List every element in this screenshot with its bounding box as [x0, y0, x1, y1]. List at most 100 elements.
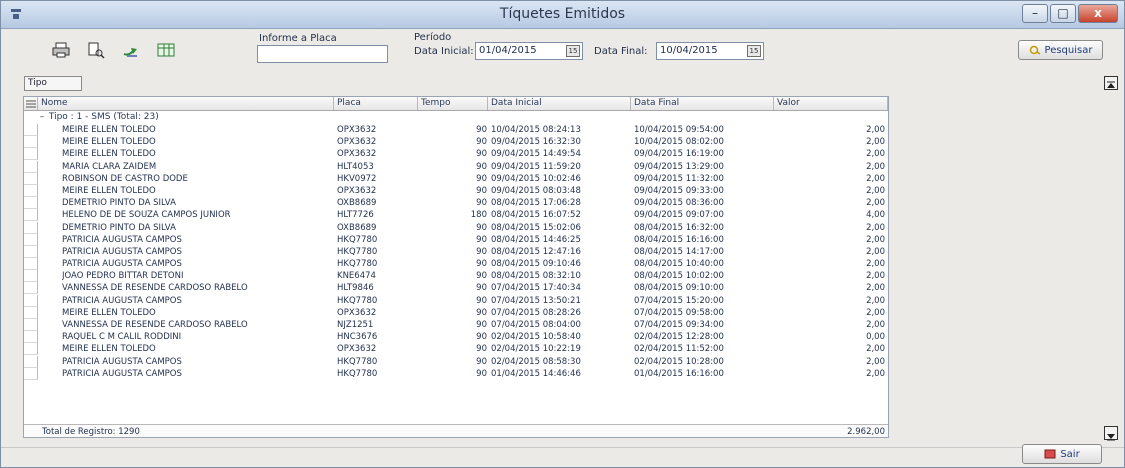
minimize-button[interactable]: – — [1022, 4, 1048, 23]
table-row[interactable]: PATRICIA AUGUSTA CAMPOS HKQ7780 90 07/04/20… — [24, 294, 888, 307]
row-selector[interactable] — [24, 209, 38, 222]
row-selector[interactable] — [24, 343, 38, 356]
cell-data-final: 02/04/2015 10:28:00 — [634, 356, 724, 367]
table-row[interactable]: MEIRE ELLEN TOLEDO OPX3632 90 10/04/2015 08… — [24, 124, 888, 136]
collapse-icon[interactable]: – — [38, 111, 46, 123]
bottom-separator — [1, 447, 1124, 448]
table-row[interactable]: DEMETRIO PINTO DA SILVA OXB8689 90 08/04/20… — [24, 221, 888, 234]
row-selector[interactable] — [24, 306, 38, 319]
calendar-icon[interactable]: 15 — [747, 45, 761, 57]
cell-nome: MEIRE ELLEN TOLEDO — [62, 137, 156, 148]
placa-input[interactable] — [257, 45, 388, 63]
row-selector[interactable] — [24, 160, 38, 173]
cell-tempo: 90 — [476, 295, 487, 306]
cell-nome: PATRICIA AUGUSTA CAMPOS — [62, 259, 182, 270]
cell-valor: 2,00 — [866, 246, 885, 257]
row-selector[interactable] — [24, 294, 38, 307]
row-selector[interactable] — [24, 136, 38, 149]
row-selector[interactable] — [24, 319, 38, 331]
column-header-data-final[interactable]: Data Final — [631, 97, 774, 110]
row-selector[interactable] — [24, 258, 38, 271]
cell-tempo: 90 — [476, 332, 487, 343]
cell-nome: PATRICIA AUGUSTA CAMPOS — [62, 295, 182, 306]
table-row[interactable]: MEIRE ELLEN TOLEDO OPX3632 90 09/04/2015 08… — [24, 184, 888, 197]
table-row[interactable]: HELENO DE DE SOUZA CAMPOS JUNIOR HLT7726 1… — [24, 209, 888, 222]
scroll-up-button[interactable] — [1104, 76, 1118, 90]
row-selector[interactable] — [24, 270, 38, 283]
cell-data-final: 08/04/2015 10:02:00 — [634, 271, 724, 282]
maximize-button[interactable]: □ — [1050, 4, 1076, 23]
cell-tempo: 90 — [476, 222, 487, 233]
table-row[interactable]: ROBINSON DE CASTRO DODE HKV0972 90 09/04/20… — [24, 172, 888, 185]
row-selector[interactable] — [24, 197, 38, 210]
column-header-placa[interactable]: Placa — [334, 97, 418, 110]
calendar-icon[interactable]: 15 — [566, 45, 580, 57]
export-icon[interactable] — [121, 40, 141, 60]
table-row[interactable]: RAQUEL C M CALIL RODDINI HNC3676 90 02/04/2… — [24, 331, 888, 344]
table-row[interactable]: MEIRE ELLEN TOLEDO OPX3632 90 09/04/2015 16… — [24, 136, 888, 149]
column-header-tempo[interactable]: Tempo — [418, 97, 488, 110]
table-row[interactable]: PATRICIA AUGUSTA CAMPOS HKQ7780 90 08/04/20… — [24, 258, 888, 271]
table-row[interactable]: PATRICIA AUGUSTA CAMPOS HKQ7780 90 01/04/20… — [24, 367, 888, 380]
cell-nome: MARIA CLARA ZAIDEM — [62, 161, 157, 172]
cell-tempo: 90 — [476, 185, 487, 196]
row-selector[interactable] — [24, 148, 38, 161]
row-selector[interactable] — [24, 367, 38, 380]
cell-data-final: 09/04/2015 11:32:00 — [634, 173, 724, 184]
row-selector[interactable] — [24, 124, 38, 136]
cell-tempo: 90 — [476, 344, 487, 355]
table-row[interactable]: MEIRE ELLEN TOLEDO OPX3632 90 07/04/2015 08… — [24, 306, 888, 319]
cell-tempo: 90 — [476, 161, 487, 172]
cell-data-inicial: 01/04/2015 14:46:46 — [491, 368, 581, 379]
column-header-data-inicial[interactable]: Data Inicial — [488, 97, 631, 110]
scroll-down-button[interactable] — [1104, 426, 1118, 441]
cell-data-inicial: 07/04/2015 08:28:26 — [491, 307, 581, 318]
printer-icon[interactable] — [51, 40, 71, 60]
tipo-group-box[interactable]: Tipo — [24, 76, 82, 91]
cell-nome: PATRICIA AUGUSTA CAMPOS — [62, 368, 182, 379]
table-row[interactable]: MEIRE ELLEN TOLEDO OPX3632 90 09/04/2015 14… — [24, 148, 888, 161]
data-inicial-field[interactable]: 01/04/2015 15 — [475, 42, 583, 60]
cell-nome: MEIRE ELLEN TOLEDO — [62, 125, 156, 135]
cell-placa: HKQ7780 — [337, 356, 378, 367]
row-selector[interactable] — [24, 282, 38, 295]
table-row[interactable]: PATRICIA AUGUSTA CAMPOS HKQ7780 90 08/04/20… — [24, 245, 888, 258]
column-header-nome[interactable]: Nome — [38, 97, 334, 110]
table-row[interactable]: DEMETRIO PINTO DA SILVA OXB8689 90 08/04/20… — [24, 197, 888, 210]
spreadsheet-icon[interactable] — [156, 40, 176, 60]
cell-nome: DEMETRIO PINTO DA SILVA — [62, 198, 176, 209]
exit-icon — [1044, 449, 1056, 459]
cell-data-inicial: 09/04/2015 16:32:30 — [491, 137, 581, 148]
row-selector[interactable] — [24, 331, 38, 344]
cell-nome: MEIRE ELLEN TOLEDO — [62, 149, 156, 160]
table-row[interactable]: VANNESSA DE RESENDE CARDOSO RABELO NJZ125… — [24, 319, 888, 331]
close-button[interactable]: x — [1078, 4, 1118, 23]
row-selector[interactable] — [24, 184, 38, 197]
table-row[interactable]: JOAO PEDRO BITTAR DETONI KNE6474 90 08/04/2… — [24, 270, 888, 283]
cell-data-final: 08/04/2015 10:40:00 — [634, 259, 724, 270]
table-row[interactable]: PATRICIA AUGUSTA CAMPOS HKQ7780 90 08/04/20… — [24, 233, 888, 246]
pesquisar-button[interactable]: Pesquisar — [1018, 40, 1103, 60]
group-row[interactable]: – Tipo : 1 - SMS (Total: 23) — [38, 111, 159, 123]
row-selector[interactable] — [24, 233, 38, 246]
row-selector[interactable] — [24, 245, 38, 258]
print-preview-icon[interactable] — [86, 40, 106, 60]
cell-data-final: 08/04/2015 14:17:00 — [634, 246, 724, 257]
table-row[interactable]: MARIA CLARA ZAIDEM HLT4053 90 09/04/2015 11… — [24, 160, 888, 173]
title-bar[interactable]: Tíquetes Emitidos – □ x — [1, 1, 1124, 29]
table-row[interactable]: PATRICIA AUGUSTA CAMPOS HKQ7780 90 02/04/20… — [24, 355, 888, 368]
table-row[interactable]: VANNESSA DE RESENDE CARDOSO RABELO HLT984… — [24, 282, 888, 295]
sair-button[interactable]: Sair — [1022, 444, 1102, 464]
cell-placa: HKQ7780 — [337, 259, 378, 270]
column-header-valor[interactable]: Valor — [774, 97, 888, 110]
grid-column-chooser-icon[interactable] — [24, 97, 38, 110]
cell-data-final: 10/04/2015 09:54:00 — [634, 125, 724, 135]
tickets-grid[interactable]: Nome Placa Tempo Data Inicial Data Final… — [23, 96, 889, 438]
row-selector[interactable] — [24, 172, 38, 185]
data-final-field[interactable]: 10/04/2015 15 — [656, 42, 764, 60]
table-row[interactable]: MEIRE ELLEN TOLEDO OPX3632 90 02/04/2015 10… — [24, 343, 888, 356]
cell-data-final: 07/04/2015 09:34:00 — [634, 320, 724, 330]
row-selector[interactable] — [24, 355, 38, 368]
cell-valor: 2,00 — [866, 125, 885, 135]
row-selector[interactable] — [24, 221, 38, 234]
